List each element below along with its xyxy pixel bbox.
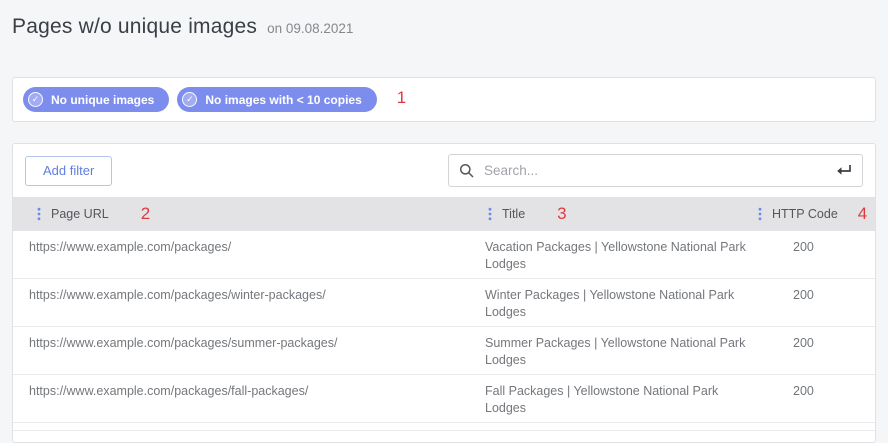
http-code-cell-text: 200	[793, 336, 814, 350]
page-url-cell: https://www.example.com/packages/	[13, 231, 480, 279]
search-icon	[459, 163, 474, 178]
http-code-cell-text: 200	[793, 384, 814, 398]
check-circle-icon: ✓	[182, 92, 197, 107]
page-header: Pages w/o unique images on 09.08.2021	[0, 0, 888, 39]
page-url-cell-text: https://www.example.com/packages/	[29, 240, 231, 254]
title-cell-text: Vacation Packages | Yellowstone National…	[485, 239, 750, 273]
page-url-cell: https://www.example.com/packages/winter-…	[13, 279, 480, 327]
annotation-4: 4	[858, 205, 867, 222]
column-header[interactable]: HTTP Code 4	[750, 197, 875, 231]
filter-pill-label: No images with < 10 copies	[205, 93, 361, 107]
title-cell: Winter Packages | Yellowstone National P…	[480, 279, 750, 327]
annotation-2: 2	[141, 205, 150, 222]
column-header-label: Title	[502, 207, 525, 221]
page-url-cell-text: https://www.example.com/packages/summer-…	[29, 336, 337, 350]
page-url-cell-text: https://www.example.com/packages/fall-pa…	[29, 384, 308, 398]
page-date: on 09.08.2021	[267, 21, 353, 36]
add-filter-button[interactable]: Add filter	[25, 156, 112, 186]
page-url-cell: https://www.example.com/packages/summer-…	[13, 327, 480, 375]
title-cell-text: Winter Packages | Yellowstone National P…	[485, 287, 750, 321]
title-cell: Summer Packages | Yellowstone National P…	[480, 327, 750, 375]
column-dots-icon[interactable]	[37, 207, 41, 221]
column-dots-icon[interactable]	[758, 207, 762, 221]
check-circle-icon: ✓	[28, 92, 43, 107]
filter-pill-label: No unique images	[51, 93, 154, 107]
page-url-cell: https://www.example.com/packages/fall-pa…	[13, 375, 480, 423]
filter-pill[interactable]: ✓ No images with < 10 copies	[177, 87, 376, 112]
http-code-cell-text: 200	[793, 240, 814, 254]
column-header-label: HTTP Code	[772, 207, 838, 221]
title-cell-text: Summer Packages | Yellowstone National P…	[485, 335, 750, 369]
http-code-cell-text: 200	[793, 288, 814, 302]
http-code-cell: 200	[750, 375, 875, 423]
table-row[interactable]: https://www.example.com/packages/Vacatio…	[13, 231, 875, 279]
pages-table: Page URL 2 Title 3 HTTP Code 4 https://www.ex…	[13, 197, 875, 431]
page-title: Pages w/o unique images	[12, 15, 257, 39]
filter-pills: ✓ No unique images ✓ No images with < 10 co…	[23, 87, 377, 112]
title-cell: Fall Packages | Yellowstone National Par…	[480, 375, 750, 423]
table-row[interactable]: https://www.example.com/packages/fall-pa…	[13, 375, 875, 423]
table-row[interactable]: https://www.example.com/packages/winter-…	[13, 279, 875, 327]
filters-card: ✓ No unique images ✓ No images with < 10 co…	[12, 77, 876, 122]
http-code-cell: 200	[750, 231, 875, 279]
search-input[interactable]	[482, 162, 825, 179]
search-box[interactable]	[448, 154, 863, 187]
table-row[interactable]: https://www.example.com/packages/summer-…	[13, 327, 875, 375]
column-header[interactable]: Title 3	[480, 197, 750, 231]
column-dots-icon[interactable]	[488, 207, 492, 221]
page: Pages w/o unique images on 09.08.2021 ✓ N…	[0, 0, 888, 443]
http-code-cell: 200	[750, 327, 875, 375]
column-header-label: Page URL	[51, 207, 109, 221]
title-cell: Vacation Packages | Yellowstone National…	[480, 231, 750, 279]
toolbar: Add filter	[13, 144, 875, 197]
page-url-cell-text: https://www.example.com/packages/winter-…	[29, 288, 326, 302]
http-code-cell: 200	[750, 279, 875, 327]
table-row-partial	[13, 423, 875, 431]
title-cell-text: Fall Packages | Yellowstone National Par…	[485, 383, 750, 417]
column-header[interactable]: Page URL 2	[13, 197, 480, 231]
annotation-3: 3	[557, 205, 566, 222]
results-card: Add filter Page URL 2 Title 3 HTTP Code 4 htt…	[12, 143, 876, 443]
table-header-row: Page URL 2 Title 3 HTTP Code 4	[13, 197, 875, 231]
return-arrow-icon	[833, 164, 852, 177]
filter-pill[interactable]: ✓ No unique images	[23, 87, 169, 112]
annotation-1: 1	[397, 89, 406, 106]
